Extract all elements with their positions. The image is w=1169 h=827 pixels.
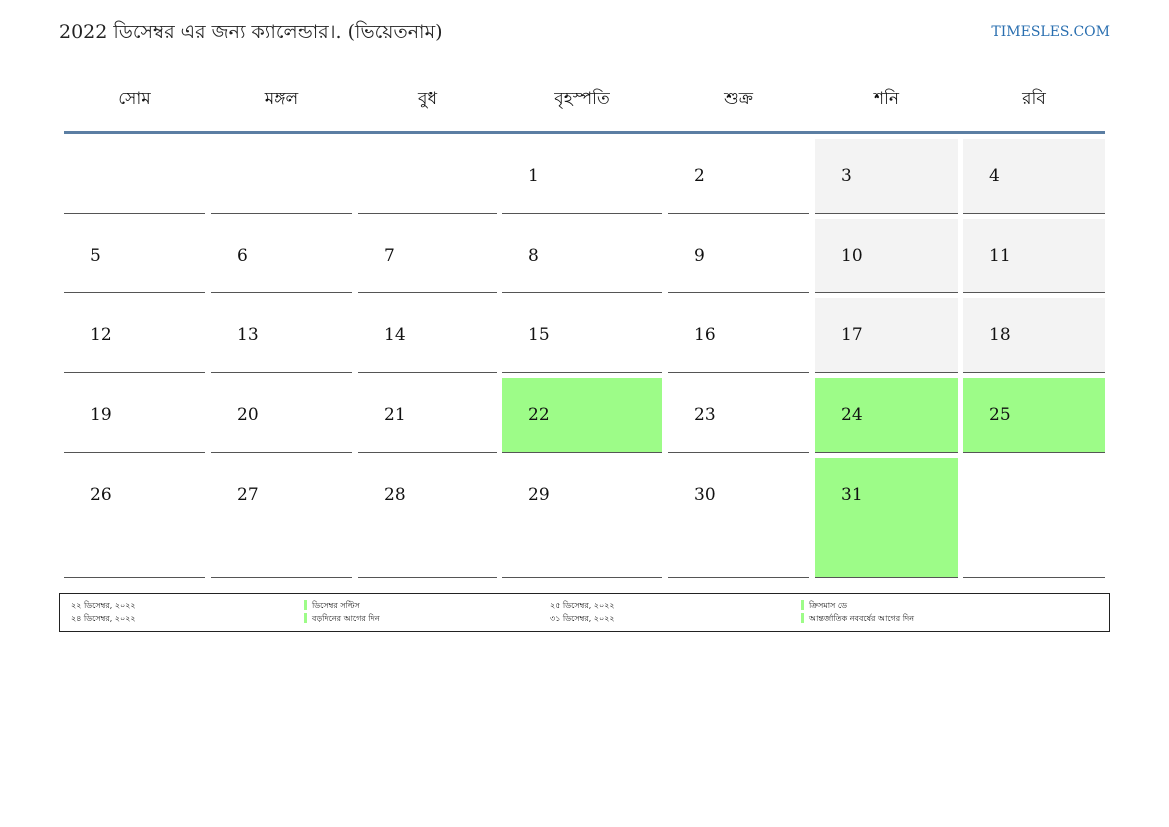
day-number: 7 bbox=[384, 246, 395, 266]
site-link[interactable]: TIMESLES.COM bbox=[991, 24, 1110, 40]
day-cell[interactable]: 1 bbox=[502, 139, 662, 214]
day-cell[interactable]: 4 bbox=[963, 139, 1105, 214]
weekday-label: বৃহস্পতি bbox=[554, 89, 610, 109]
day-number: 27 bbox=[237, 485, 259, 505]
day-number: 2 bbox=[694, 166, 705, 186]
day-number: 5 bbox=[90, 246, 101, 266]
weekday-label: সোম bbox=[118, 89, 151, 109]
day-number: 16 bbox=[694, 325, 716, 345]
day-cell[interactable]: 2 bbox=[668, 139, 809, 214]
day-cell[interactable]: 11 bbox=[963, 219, 1105, 293]
day-number: 28 bbox=[384, 485, 406, 505]
day-cell[interactable]: 19 bbox=[64, 378, 205, 453]
day-cell[interactable]: 18 bbox=[963, 298, 1105, 373]
day-number: 11 bbox=[989, 246, 1011, 266]
legend-color-marker bbox=[304, 600, 307, 610]
day-cell[interactable]: 6 bbox=[211, 219, 352, 293]
weekday-label: শনি bbox=[873, 89, 900, 109]
day-cell[interactable]: 28 bbox=[358, 458, 497, 578]
weekday-label: বুধ bbox=[418, 89, 437, 109]
legend-holiday-name: বড়দিনের আগের দিন bbox=[312, 614, 380, 623]
day-cell[interactable]: 16 bbox=[668, 298, 809, 373]
day-number: 12 bbox=[90, 325, 112, 345]
day-number: 26 bbox=[90, 485, 112, 505]
legend-date: ২২ ডিসেম্বর, ২০২২ bbox=[71, 601, 136, 610]
day-cell[interactable]: 20 bbox=[211, 378, 352, 453]
day-number: 21 bbox=[384, 405, 406, 425]
day-number: 17 bbox=[841, 325, 863, 345]
day-cell[interactable]: 22 bbox=[502, 378, 662, 453]
day-number: 14 bbox=[384, 325, 406, 345]
day-cell[interactable]: 31 bbox=[815, 458, 958, 578]
day-number: 25 bbox=[989, 405, 1011, 425]
legend-color-marker bbox=[801, 600, 804, 610]
day-number: 8 bbox=[528, 246, 539, 266]
day-cell[interactable]: 3 bbox=[815, 139, 958, 214]
day-number: 20 bbox=[237, 405, 259, 425]
day-cell[interactable]: 7 bbox=[358, 219, 497, 293]
day-number: 1 bbox=[528, 166, 539, 186]
day-cell[interactable]: 10 bbox=[815, 219, 958, 293]
day-number: 15 bbox=[528, 325, 550, 345]
page-title: 2022 ডিসেম্বর এর জন্য ক্যালেন্ডার।. (ভিয… bbox=[59, 21, 443, 43]
day-cell[interactable]: 24 bbox=[815, 378, 958, 453]
empty-day-cell bbox=[211, 139, 352, 214]
legend-date: ৩১ ডিসেম্বর, ২০২২ bbox=[550, 614, 615, 623]
day-number: 29 bbox=[528, 485, 550, 505]
legend-color-marker bbox=[801, 613, 804, 623]
day-cell[interactable]: 21 bbox=[358, 378, 497, 453]
weekday-label: মঙ্গল bbox=[264, 89, 299, 109]
day-number: 23 bbox=[694, 405, 716, 425]
legend-color-marker bbox=[304, 613, 307, 623]
day-number: 30 bbox=[694, 485, 716, 505]
day-cell[interactable]: 23 bbox=[668, 378, 809, 453]
day-cell[interactable]: 29 bbox=[502, 458, 662, 578]
legend-date: ২৫ ডিসেম্বর, ২০২২ bbox=[550, 601, 615, 610]
day-number: 24 bbox=[841, 405, 863, 425]
day-cell[interactable]: 5 bbox=[64, 219, 205, 293]
day-number: 19 bbox=[90, 405, 112, 425]
empty-day-cell bbox=[358, 139, 497, 214]
day-number: 9 bbox=[694, 246, 705, 266]
day-number: 22 bbox=[528, 405, 550, 425]
day-cell[interactable]: 13 bbox=[211, 298, 352, 373]
day-cell[interactable]: 14 bbox=[358, 298, 497, 373]
day-number: 3 bbox=[841, 166, 852, 186]
empty-day-cell bbox=[64, 139, 205, 214]
legend-holiday-name: ক্রিসমাস ডে bbox=[809, 601, 847, 610]
day-number: 13 bbox=[237, 325, 259, 345]
day-number: 18 bbox=[989, 325, 1011, 345]
day-cell[interactable]: 17 bbox=[815, 298, 958, 373]
day-cell[interactable]: 30 bbox=[668, 458, 809, 578]
day-number: 6 bbox=[237, 246, 248, 266]
legend-holiday-name: ডিসেম্বর সল্টিস bbox=[312, 601, 360, 610]
day-cell[interactable]: 26 bbox=[64, 458, 205, 578]
legend-holiday-name: আন্তর্জাতিক নববর্ষের আগের দিন bbox=[809, 614, 915, 623]
day-number: 4 bbox=[989, 166, 1000, 186]
legend-date: ২৪ ডিসেম্বর, ২০২২ bbox=[71, 614, 136, 623]
day-cell[interactable]: 12 bbox=[64, 298, 205, 373]
day-cell[interactable]: 15 bbox=[502, 298, 662, 373]
header-divider bbox=[64, 131, 1105, 134]
weekday-label: শুক্র bbox=[724, 89, 753, 109]
day-cell[interactable]: 27 bbox=[211, 458, 352, 578]
day-cell[interactable]: 8 bbox=[502, 219, 662, 293]
day-cell[interactable]: 9 bbox=[668, 219, 809, 293]
weekday-label: রবি bbox=[1022, 89, 1046, 109]
day-number: 10 bbox=[841, 246, 863, 266]
holiday-legend: ২২ ডিসেম্বর, ২০২২ ডিসেম্বর সল্টিস ২৫ ডিসেম… bbox=[59, 593, 1110, 632]
empty-day-cell bbox=[963, 458, 1105, 578]
day-cell[interactable]: 25 bbox=[963, 378, 1105, 453]
day-number: 31 bbox=[841, 485, 863, 505]
